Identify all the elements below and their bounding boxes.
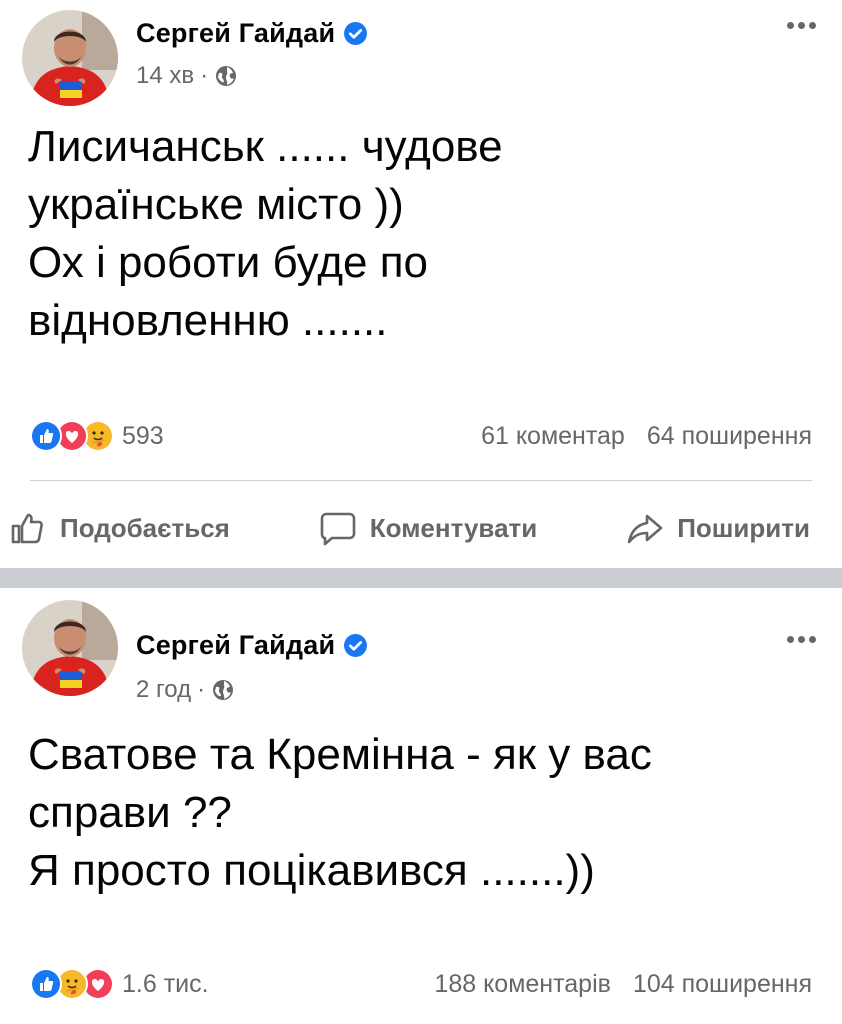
comment-label: Коментувати	[369, 512, 538, 543]
comments-count[interactable]: 188 коментарів	[434, 970, 611, 999]
share-label: Поширити	[677, 512, 810, 543]
comment-button[interactable]: Коментувати	[318, 508, 537, 548]
like-label: Подобається	[60, 512, 230, 543]
engagement-counts: 61 коментар 64 поширення	[481, 422, 812, 451]
share-icon	[627, 514, 663, 544]
reactions-count: 1.6 тис.	[122, 969, 209, 998]
like-icon	[30, 968, 62, 1000]
author-name[interactable]: Сергей Гайдай	[136, 630, 335, 661]
reactions-summary[interactable]: 1.6 тис.	[30, 968, 209, 1000]
post-time[interactable]: 14 хв	[136, 62, 194, 90]
reactions-count: 593	[122, 421, 164, 450]
avatar[interactable]	[22, 600, 118, 696]
author-row: Сергей Гайдай	[136, 18, 368, 49]
share-button[interactable]: Поширити	[625, 508, 810, 548]
post-stats: 593 61 коментар 64 поширення	[30, 420, 812, 452]
post-2: Сергей Гайдай 2 год · Сватове та Кремінн…	[0, 588, 842, 1024]
more-options-icon[interactable]	[787, 22, 816, 29]
engagement-counts: 188 коментарів 104 поширення	[434, 970, 812, 999]
author-row: Сергей Гайдай	[136, 630, 368, 661]
meta-separator: ·	[200, 62, 209, 89]
post-meta: 2 год ·	[136, 676, 235, 704]
globe-icon	[216, 66, 237, 86]
post-1: Сергей Гайдай 14 хв · Лисичанськ ...... …	[0, 0, 842, 568]
feed-separator	[0, 568, 842, 588]
avatar[interactable]	[22, 10, 118, 106]
post-text: Лисичанськ ...... чудове українське міст…	[28, 122, 503, 345]
comment-icon	[320, 512, 356, 546]
meta-separator: ·	[197, 676, 206, 703]
post-meta: 14 хв ·	[136, 62, 238, 90]
divider	[30, 480, 812, 481]
shares-count[interactable]: 64 поширення	[647, 422, 812, 451]
post-time[interactable]: 2 год	[136, 676, 191, 704]
post-actions: Подобається Коментувати Поширити	[0, 498, 842, 558]
comments-count[interactable]: 61 коментар	[481, 422, 625, 451]
thumbs-up-icon	[11, 513, 43, 544]
shares-count[interactable]: 104 поширення	[633, 970, 812, 999]
post-stats: 1.6 тис. 188 коментарів 104 поширення	[30, 968, 812, 1000]
like-icon	[30, 420, 62, 452]
globe-icon	[213, 680, 234, 700]
author-name[interactable]: Сергей Гайдай	[136, 18, 335, 49]
reactions-summary[interactable]: 593	[30, 420, 164, 452]
post-text: Сватове та Кремінна - як у вас справи ??…	[28, 730, 652, 895]
like-button[interactable]: Подобається	[8, 508, 230, 548]
more-options-icon[interactable]	[787, 636, 816, 643]
verified-badge-icon	[344, 22, 368, 45]
verified-badge-icon	[344, 634, 368, 657]
